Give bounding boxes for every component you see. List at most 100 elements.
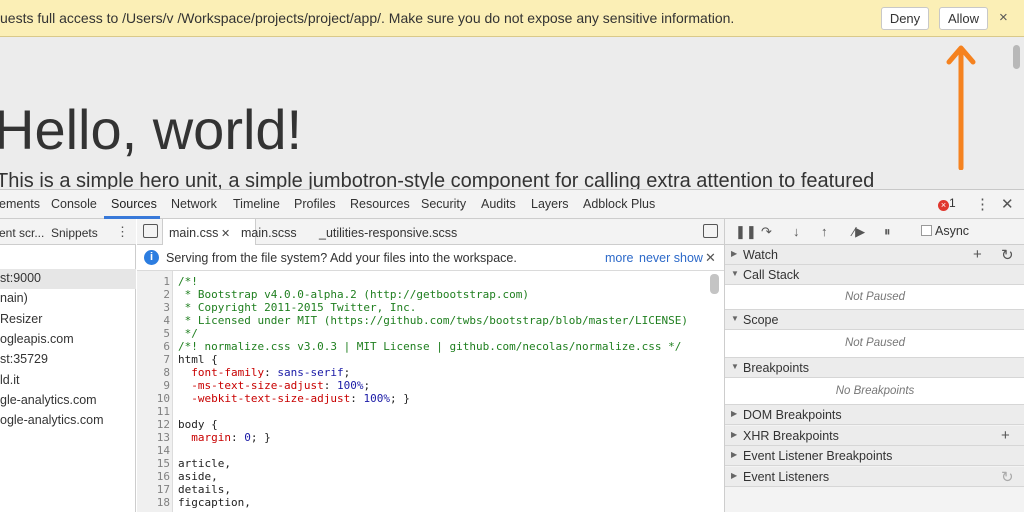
code-line[interactable]: 18 figcaption, xyxy=(137,496,707,509)
code-line[interactable]: 15 article, xyxy=(137,457,707,470)
code-editor[interactable]: 1/*! 2 * Bootstrap v4.0.0-alpha.2 (http:/… xyxy=(137,271,724,512)
code-line[interactable]: 14 xyxy=(137,444,707,457)
code-line[interactable]: 11 xyxy=(137,405,707,418)
nav-tab-content-scripts[interactable]: ent scr... xyxy=(0,226,44,240)
nav-item[interactable]: gle-analytics.com xyxy=(0,391,136,411)
nav-item[interactable]: ogle-analytics.com xyxy=(0,411,136,431)
line-number[interactable]: 8 xyxy=(137,366,170,379)
editor-tab-main-scss[interactable]: main.scss xyxy=(241,226,297,240)
pause-on-exceptions-icon[interactable]: ⏸ xyxy=(884,224,891,240)
error-count: 1 xyxy=(949,196,956,210)
code-line[interactable]: 8 font-family: sans-serif; xyxy=(137,366,707,379)
async-checkbox-box[interactable] xyxy=(921,225,932,236)
editor-tab-main-css[interactable]: main.css xyxy=(169,226,218,240)
code-scrollbar-thumb[interactable] xyxy=(710,274,719,294)
page-viewport: Hello, world! This is a simple hero unit… xyxy=(0,37,1024,189)
tab-profiles[interactable]: Profiles xyxy=(294,197,336,211)
code-line[interactable]: 10 -webkit-text-size-adjust: 100%; } xyxy=(137,392,707,405)
code-line[interactable]: 13 margin: 0; } xyxy=(137,431,707,444)
code-line[interactable]: 3 * Copyright 2011-2015 Twitter, Inc. xyxy=(137,301,707,314)
line-number[interactable]: 2 xyxy=(137,288,170,301)
pause-icon[interactable]: ❚❚ xyxy=(735,224,757,240)
deny-button[interactable]: Deny xyxy=(881,7,929,30)
line-number[interactable]: 6 xyxy=(137,340,170,353)
page-scrollbar-thumb[interactable] xyxy=(1013,45,1020,69)
tab-elements[interactable]: ements xyxy=(0,197,40,211)
close-devtools-icon[interactable]: ✕ xyxy=(1001,195,1014,213)
nav-item[interactable]: ogleapis.com xyxy=(0,330,136,350)
tab-security[interactable]: Security xyxy=(421,197,466,211)
line-number[interactable]: 11 xyxy=(137,405,170,418)
notice-never-show-link[interactable]: never show xyxy=(639,251,703,265)
pane-label: Call Stack xyxy=(743,268,800,282)
infobar-close-icon[interactable]: × xyxy=(999,9,1008,26)
line-number[interactable]: 4 xyxy=(137,314,170,327)
toggle-debugger-icon[interactable] xyxy=(703,224,718,238)
pane-xhr-breakpoints[interactable]: ▶ XHR Breakpoints + xyxy=(725,426,1024,446)
pane-event-listeners[interactable]: ▶ Event Listeners ↻ xyxy=(725,467,1024,487)
tab-timeline[interactable]: Timeline xyxy=(233,197,280,211)
pane-dom-breakpoints[interactable]: ▶ DOM Breakpoints xyxy=(725,405,1024,425)
close-tab-icon[interactable]: ✕ xyxy=(221,227,230,240)
pane-event-listener-breakpoints[interactable]: ▶ Event Listener Breakpoints xyxy=(725,446,1024,466)
add-watch-icon[interactable]: + xyxy=(973,246,982,263)
line-number[interactable]: 9 xyxy=(137,379,170,392)
code-line[interactable]: 16 aside, xyxy=(137,470,707,483)
step-over-icon[interactable]: ↷ xyxy=(761,224,772,240)
code-line[interactable]: 17 details, xyxy=(137,483,707,496)
refresh-icon[interactable]: ↻ xyxy=(1001,246,1014,264)
line-number[interactable]: 12 xyxy=(137,418,170,431)
line-number[interactable]: 14 xyxy=(137,444,170,457)
nav-item[interactable]: Resizer xyxy=(0,310,136,330)
line-number[interactable]: 16 xyxy=(137,470,170,483)
tab-resources[interactable]: Resources xyxy=(350,197,410,211)
pane-call-stack[interactable]: ▼ Call Stack xyxy=(725,265,1024,285)
more-options-icon[interactable]: ⋮ xyxy=(975,195,990,213)
notice-close-icon[interactable]: ✕ xyxy=(705,250,716,266)
nav-item[interactable]: st:9000 xyxy=(0,269,136,289)
tab-adblock-plus[interactable]: Adblock Plus xyxy=(583,197,655,211)
tab-network[interactable]: Network xyxy=(171,197,217,211)
nav-item[interactable]: ld.it xyxy=(0,371,136,391)
code-line[interactable]: 9 -ms-text-size-adjust: 100%; xyxy=(137,379,707,392)
error-count-badge[interactable]: × 1 xyxy=(938,196,956,211)
pane-breakpoints[interactable]: ▼ Breakpoints xyxy=(725,358,1024,378)
tab-sources[interactable]: Sources xyxy=(111,197,157,211)
step-into-icon[interactable]: ↓ xyxy=(793,224,800,239)
tab-audits[interactable]: Audits xyxy=(481,197,516,211)
code-line[interactable]: 1 /*! xyxy=(137,275,707,288)
allow-button[interactable]: Allow xyxy=(939,7,988,30)
navigator-menu-icon[interactable]: ⋮ xyxy=(116,224,129,240)
editor-tab-utilities-responsive[interactable]: _utilities-responsive.scss xyxy=(319,226,457,240)
add-xhr-breakpoint-icon[interactable]: + xyxy=(1001,427,1010,444)
line-number[interactable]: 1 xyxy=(137,275,170,288)
refresh-icon[interactable]: ↻ xyxy=(1001,468,1014,486)
nav-item[interactable]: nain) xyxy=(0,289,136,309)
code-line[interactable]: 4 * Licensed under MIT (https://github.c… xyxy=(137,314,707,327)
line-number[interactable]: 17 xyxy=(137,483,170,496)
line-number[interactable]: 13 xyxy=(137,431,170,444)
code-line[interactable]: 7 html { xyxy=(137,353,707,366)
notice-more-link[interactable]: more xyxy=(605,251,633,265)
code-line[interactable]: 5 */ xyxy=(137,327,707,340)
pane-scope[interactable]: ▼ Scope xyxy=(725,310,1024,330)
deactivate-breakpoints-icon[interactable]: ⁄▶ xyxy=(853,224,865,240)
nav-tab-snippets[interactable]: Snippets xyxy=(51,226,98,240)
line-number[interactable]: 5 xyxy=(137,327,170,340)
tab-layers[interactable]: Layers xyxy=(531,197,569,211)
page-scrollbar[interactable] xyxy=(1010,41,1022,189)
toggle-navigator-icon[interactable] xyxy=(143,224,158,238)
nav-item[interactable]: st:35729 xyxy=(0,350,136,370)
line-number[interactable]: 7 xyxy=(137,353,170,366)
step-out-icon[interactable]: ↑ xyxy=(821,224,828,239)
code-line[interactable]: 6 /*! normalize.css v3.0.3 | MIT License … xyxy=(137,340,707,353)
code-line[interactable]: 2 * Bootstrap v4.0.0-alpha.2 (http://get… xyxy=(137,288,707,301)
line-number[interactable]: 3 xyxy=(137,301,170,314)
tab-console[interactable]: Console xyxy=(51,197,97,211)
line-number[interactable]: 10 xyxy=(137,392,170,405)
line-number[interactable]: 18 xyxy=(137,496,170,509)
pane-watch[interactable]: ▶ Watch + ↻ xyxy=(725,245,1024,265)
code-line[interactable]: 12 body { xyxy=(137,418,707,431)
line-number[interactable]: 15 xyxy=(137,457,170,470)
async-checkbox[interactable]: Async xyxy=(921,224,969,238)
